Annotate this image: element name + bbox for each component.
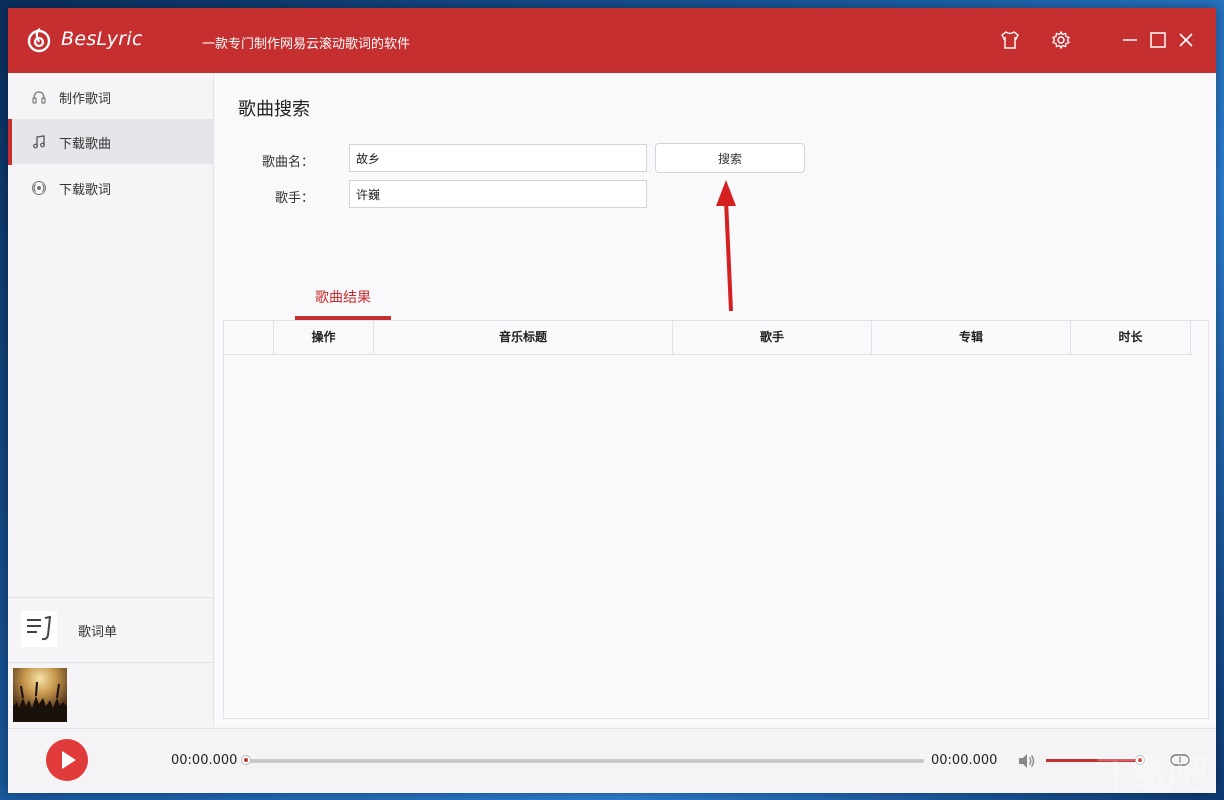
sidebar-item-label: 下载歌曲 <box>59 137 112 152</box>
current-time: 00:00.000 <box>171 753 238 768</box>
song-name-label: 歌曲名： <box>261 155 314 170</box>
sidebar-item-make-lyrics[interactable]: 制作歌词 <box>8 74 213 119</box>
app-name: BesLyric <box>61 28 143 50</box>
column-header-duration[interactable]: 时长 <box>1071 321 1191 354</box>
song-name-input[interactable] <box>349 144 647 172</box>
volume-icon[interactable] <box>1016 751 1036 771</box>
watermark-text: 下载吧 <box>1096 752 1208 798</box>
column-header-action[interactable]: 操作 <box>274 321 374 354</box>
sidebar-item-label: 下载歌词 <box>59 183 112 198</box>
playlist-label: 歌词单 <box>78 625 118 640</box>
sidebar-item-download-songs[interactable]: 下载歌曲 <box>8 119 213 165</box>
table-header: 操作 音乐标题 歌手 专辑 时长 <box>224 321 1192 355</box>
column-header-album[interactable]: 专辑 <box>872 321 1071 354</box>
main-panel: 歌曲搜索 歌曲名： 歌手： 搜索 歌曲结果 操作 音乐标题 歌手 专辑 时长 <box>214 73 1216 727</box>
sidebar-item-label: 制作歌词 <box>59 92 112 107</box>
search-button[interactable]: 搜索 <box>655 143 805 173</box>
play-button[interactable] <box>46 739 88 781</box>
column-header-title[interactable]: 音乐标题 <box>374 321 673 354</box>
page-title: 歌曲搜索 <box>238 99 310 120</box>
total-time: 00:00.000 <box>931 753 998 768</box>
music-note-icon <box>33 135 45 149</box>
lyrics-playlist-button[interactable]: 歌词单 <box>8 597 213 663</box>
maximize-icon[interactable] <box>1146 28 1170 52</box>
sidebar: 制作歌词 下载歌曲 下载歌词 歌词单 <box>8 73 214 727</box>
radio-icon <box>32 181 46 195</box>
netease-logo-icon <box>27 28 51 53</box>
playlist-icon <box>21 611 57 647</box>
player-bar: 00:00.000 00:00.000 <box>8 728 1216 793</box>
close-icon[interactable] <box>1174 28 1198 52</box>
artist-label: 歌手： <box>274 191 314 206</box>
settings-gear-icon[interactable] <box>1049 28 1073 52</box>
concert-crowd-icon <box>13 681 67 722</box>
minimize-icon[interactable] <box>1118 28 1142 52</box>
skin-shirt-icon[interactable] <box>998 28 1022 52</box>
title-bar: BesLyric 一款专门制作网易云滚动歌词的软件 <box>8 8 1216 73</box>
headphones-icon <box>32 91 46 104</box>
app-subtitle: 一款专门制作网易云滚动歌词的软件 <box>202 37 411 52</box>
album-cover-image[interactable] <box>13 668 67 722</box>
progress-slider[interactable] <box>246 759 924 763</box>
play-icon <box>62 751 76 769</box>
artist-input[interactable] <box>349 180 647 208</box>
app-window: BesLyric 一款专门制作网易云滚动歌词的软件 制作歌词 下载歌曲 下载歌词… <box>8 8 1216 793</box>
progress-knob[interactable] <box>241 755 251 765</box>
sidebar-item-download-lyrics[interactable]: 下载歌词 <box>8 165 213 210</box>
column-header-blank <box>224 321 274 354</box>
results-table: 操作 音乐标题 歌手 专辑 时长 <box>223 320 1209 719</box>
column-header-artist[interactable]: 歌手 <box>673 321 872 354</box>
